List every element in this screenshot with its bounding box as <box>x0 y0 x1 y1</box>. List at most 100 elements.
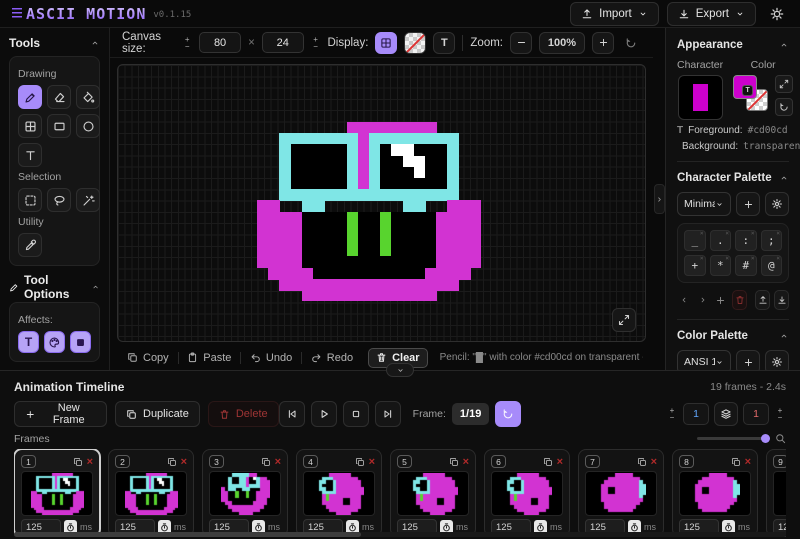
fullscreen-canvas-button[interactable] <box>612 308 636 332</box>
export-palette-button[interactable] <box>755 290 770 310</box>
frame-thumbnail[interactable] <box>679 471 751 516</box>
canvas-height-stepper[interactable]: +− <box>311 32 321 54</box>
frame-card[interactable]: 1 × ms <box>14 449 100 537</box>
onion-next-stepper[interactable]: +− <box>774 403 786 425</box>
frame-thumbnail[interactable] <box>303 471 375 516</box>
palette-character-button[interactable]: ; <box>761 230 783 251</box>
paste-button[interactable]: Paste <box>180 348 238 368</box>
export-button[interactable]: Export <box>667 2 756 26</box>
frame-number-badge[interactable]: 4 <box>303 455 318 468</box>
canvas-width-stepper[interactable]: +− <box>182 32 192 54</box>
onion-prev-input[interactable] <box>683 403 709 425</box>
frame-size-slider[interactable] <box>697 433 786 444</box>
drawing-canvas[interactable] <box>117 64 646 342</box>
import-button[interactable]: Import <box>570 2 659 26</box>
frame-number-badge[interactable]: 5 <box>397 455 412 468</box>
delete-frame-icon[interactable]: × <box>651 457 657 467</box>
transparency-toggle-button[interactable] <box>404 32 426 54</box>
zoom-out-button[interactable] <box>510 32 532 54</box>
redo-button[interactable]: Redo <box>304 348 360 368</box>
delete-frame-icon[interactable]: × <box>87 457 93 467</box>
frame-card[interactable]: 4 × ms <box>296 449 382 537</box>
frame-card[interactable]: 9 × ms <box>766 449 786 537</box>
eyedropper-tool-button[interactable] <box>18 233 42 257</box>
add-character-palette-button[interactable] <box>736 192 760 216</box>
tool-options-header[interactable]: Tool Options <box>9 278 100 296</box>
affects-color-toggle[interactable] <box>44 331 65 353</box>
add-color-palette-button[interactable] <box>736 350 760 370</box>
eraser-tool-button[interactable] <box>47 85 71 109</box>
canvas-width-input[interactable] <box>199 32 241 53</box>
frame-card[interactable]: 3 × ms <box>202 449 288 537</box>
paint-bucket-tool-button[interactable] <box>76 85 100 109</box>
delete-frame-button[interactable]: Delete <box>208 401 279 427</box>
color-palette-header[interactable]: Color Palette <box>677 328 789 344</box>
stop-button[interactable] <box>343 401 369 427</box>
character-palette-select[interactable]: Minimal ASC <box>677 192 731 216</box>
rectangle-fill-tool-button[interactable] <box>18 114 42 138</box>
prev-character-button[interactable] <box>677 290 691 310</box>
loop-toggle-button[interactable] <box>495 401 521 427</box>
palette-character-button[interactable]: * <box>710 255 732 276</box>
frame-card[interactable]: 7 × ms <box>578 449 664 537</box>
duplicate-frame-icon[interactable] <box>731 457 741 467</box>
frame-number-badge[interactable]: 1 <box>21 455 36 468</box>
duplicate-frame-icon[interactable] <box>543 457 553 467</box>
frame-number-badge[interactable]: 8 <box>679 455 694 468</box>
next-character-button[interactable] <box>695 290 709 310</box>
scrollbar-thumb[interactable] <box>14 532 361 537</box>
appearance-header[interactable]: Appearance <box>677 37 789 53</box>
affects-character-toggle[interactable]: T <box>18 331 39 353</box>
import-palette-button[interactable] <box>774 290 789 310</box>
palette-character-button[interactable]: _ <box>684 230 706 251</box>
frame-thumbnail[interactable] <box>209 471 281 516</box>
zoom-in-button[interactable] <box>592 32 614 54</box>
add-character-button[interactable] <box>714 290 728 310</box>
magic-wand-tool-button[interactable] <box>76 188 100 212</box>
text-display-toggle-button[interactable]: T <box>433 32 455 54</box>
copy-button[interactable]: Copy <box>120 348 176 368</box>
slider-track[interactable] <box>697 437 769 440</box>
duplicate-frame-icon[interactable] <box>73 457 83 467</box>
duplicate-frame-icon[interactable] <box>355 457 365 467</box>
pencil-tool-button[interactable] <box>18 85 42 109</box>
new-frame-button[interactable]: New Frame <box>14 401 107 427</box>
delete-frame-icon[interactable]: × <box>369 457 375 467</box>
duplicate-frame-icon[interactable] <box>637 457 647 467</box>
text-tool-button[interactable] <box>18 143 42 167</box>
tools-section-header[interactable]: Tools <box>9 36 100 50</box>
frame-card[interactable]: 8 × ms <box>672 449 758 537</box>
palette-character-button[interactable]: . <box>710 230 732 251</box>
duplicate-frame-icon[interactable] <box>261 457 271 467</box>
theme-toggle-button[interactable] <box>764 2 790 26</box>
rectangle-tool-button[interactable] <box>47 114 71 138</box>
play-button[interactable] <box>311 401 337 427</box>
frame-thumbnail[interactable] <box>115 471 187 516</box>
collapse-timeline-button[interactable] <box>386 363 414 377</box>
palette-character-button[interactable]: @ <box>761 255 783 276</box>
undo-button[interactable]: Undo <box>243 348 299 368</box>
character-preview[interactable] <box>678 75 723 120</box>
frame-thumbnail[interactable] <box>585 471 657 516</box>
select-rect-tool-button[interactable] <box>18 188 42 212</box>
character-palette-settings-button[interactable] <box>765 192 789 216</box>
frames-scrollbar[interactable] <box>14 532 786 537</box>
color-palette-settings-button[interactable] <box>765 350 789 370</box>
character-palette-header[interactable]: Character Palette <box>677 170 789 186</box>
lasso-tool-button[interactable] <box>47 188 71 212</box>
slider-knob[interactable] <box>761 434 770 443</box>
onion-prev-stepper[interactable]: +− <box>666 403 678 425</box>
skip-to-start-button[interactable] <box>279 401 305 427</box>
zoom-reset-button[interactable] <box>621 31 641 55</box>
frame-thumbnail[interactable] <box>773 471 786 516</box>
onion-skin-button[interactable] <box>714 402 738 426</box>
delete-frame-icon[interactable]: × <box>181 457 187 467</box>
ellipse-tool-button[interactable] <box>76 114 100 138</box>
affects-background-toggle[interactable] <box>70 331 91 353</box>
delete-frame-icon[interactable]: × <box>557 457 563 467</box>
palette-character-button[interactable]: + <box>684 255 706 276</box>
frame-thumbnail[interactable] <box>397 471 469 516</box>
frame-card[interactable]: 5 × ms <box>390 449 476 537</box>
duplicate-frame-button[interactable]: Duplicate <box>115 401 200 427</box>
duplicate-frame-icon[interactable] <box>449 457 459 467</box>
